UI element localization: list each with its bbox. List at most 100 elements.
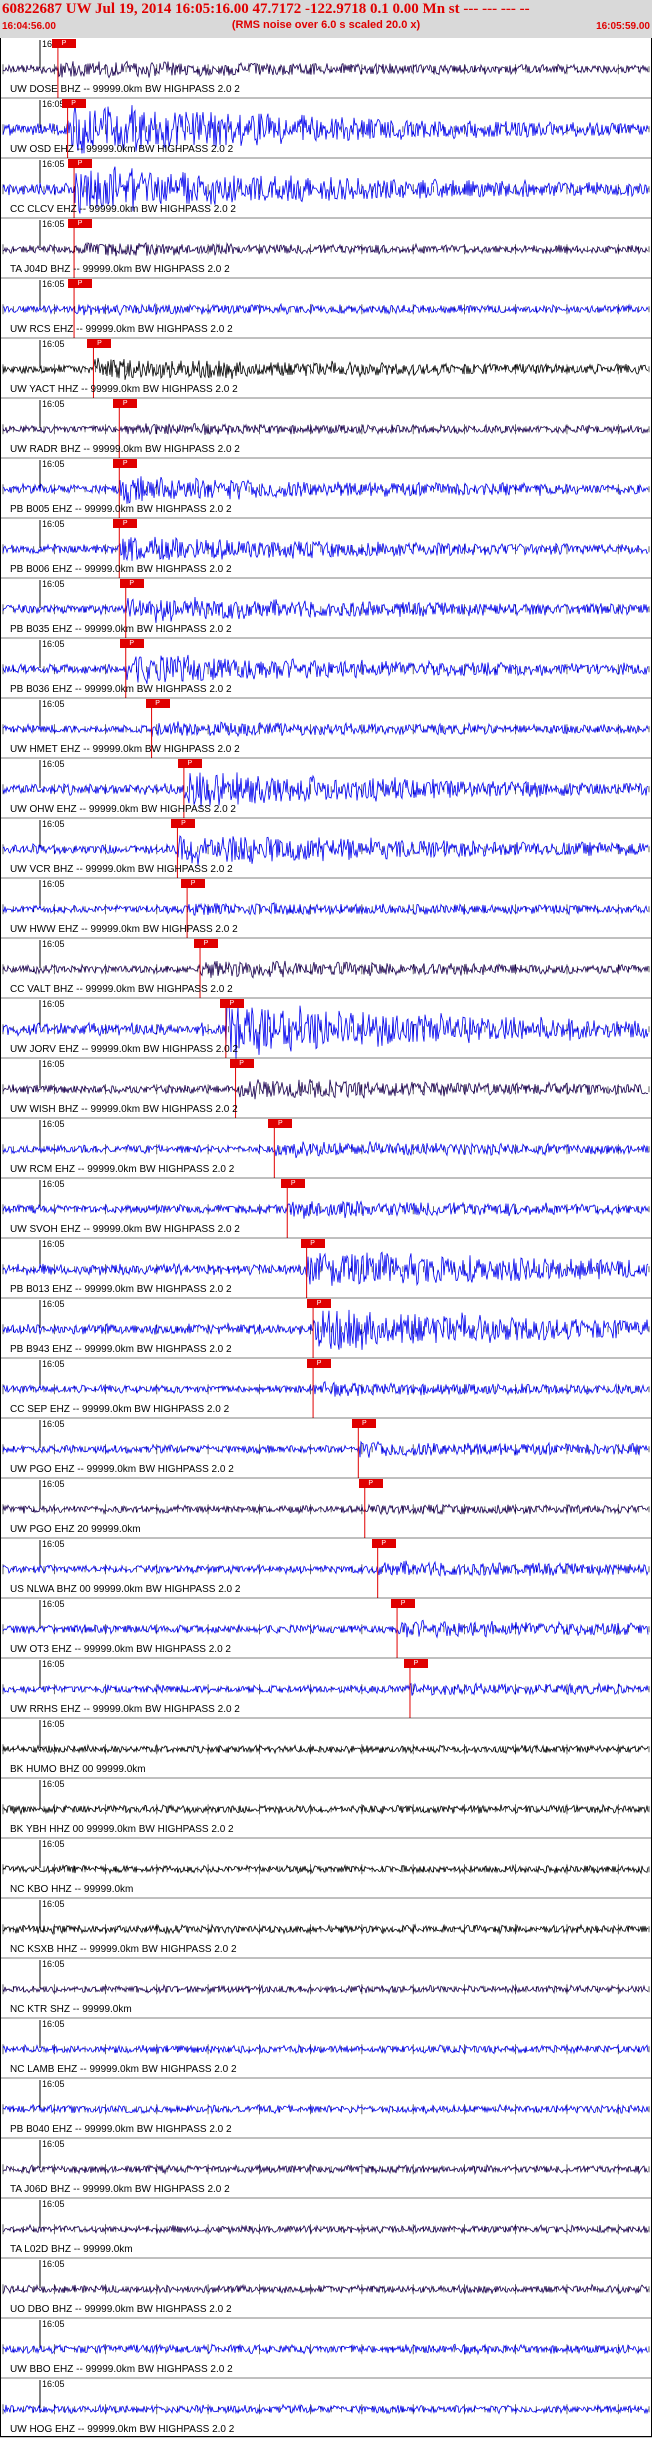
station-label: TA J06D BHZ -- 99999.0km BW HIGHPASS 2.0… (10, 2184, 230, 2195)
station-label: UW RADR BHZ -- 99999.0km BW HIGHPASS 2.0… (10, 444, 240, 455)
waveform-trace (2, 1803, 649, 1816)
phase-pick-marker: P (68, 219, 93, 228)
time-tick-label: 16:05 (42, 2259, 65, 2269)
station-label: PB B943 EHZ -- 99999.0km BW HIGHPASS 2.0… (10, 1344, 232, 1355)
phase-pick-marker: P (403, 1659, 428, 1668)
time-tick-label: 16:05 (42, 2199, 65, 2209)
seismogram-panel: 16:05 P UW DOSE BHZ -- 99999.0km BW HIGHPA… (0, 38, 652, 2438)
time-tick-label: 16:05 (42, 1719, 65, 1729)
waveform-trace (2, 835, 649, 866)
waveform-trace (2, 1251, 649, 1287)
phase-pick-marker: P (371, 1539, 396, 1548)
time-tick-label: 16:05 (42, 1839, 65, 1849)
station-label: TA J04D BHZ -- 99999.0km BW HIGHPASS 2.0… (10, 264, 230, 275)
station-label: UW RCM EHZ -- 99999.0km BW HIGHPASS 2.0 … (10, 1164, 235, 1175)
station-label: US NLWA BHZ 00 99999.0km BW HIGHPASS 2.0… (10, 1584, 241, 1595)
phase-pick-marker: P (51, 39, 76, 48)
waveform-trace (2, 2103, 649, 2115)
waveform-trace (2, 2343, 649, 2356)
waveform-trace (3, 241, 649, 257)
time-tick-label: 16:05 (42, 1479, 65, 1489)
station-label: UW HMET EHZ -- 99999.0km BW HIGHPASS 2.0… (10, 744, 240, 755)
station-label: NC KTR SHZ -- 99999.0km (10, 2004, 132, 2015)
phase-pick-marker: P (61, 99, 86, 108)
station-label: PB B013 EHZ -- 99999.0km BW HIGHPASS 2.0… (10, 1284, 232, 1295)
time-tick-label: 16:05 (42, 219, 65, 229)
time-tick-label: 16:05 (42, 1299, 65, 1309)
end-time: 16:05:59.00 (596, 21, 650, 32)
event-title: 60822687 UW Jul 19, 2014 16:05:16.00 47.… (2, 1, 530, 17)
time-tick-label: 16:05 (42, 1239, 65, 1249)
time-tick-label: 16:05 (42, 1419, 65, 1429)
phase-pick-marker: P (281, 1179, 306, 1188)
time-tick-label: 16:05 (42, 1539, 65, 1549)
waveform-trace (2, 1381, 649, 1397)
station-label: PB B035 EHZ -- 99999.0km BW HIGHPASS 2.0… (10, 624, 232, 635)
station-label: UW RRHS EHZ -- 99999.0km BW HIGHPASS 2.0… (10, 1704, 240, 1715)
waveform-trace (2, 1619, 649, 1639)
time-tick-label: 16:05 (42, 1779, 65, 1789)
station-label: PB B006 EHZ -- 99999.0km BW HIGHPASS 2.0… (10, 564, 232, 575)
waveform-trace (2, 960, 649, 979)
station-label: BK HUMO BHZ 00 99999.0km (10, 1764, 146, 1775)
time-tick-label: 16:05 (42, 939, 65, 949)
time-tick-label: 16:05 (42, 999, 65, 1009)
station-label: NC KSXB HHZ -- 99999.0km BW HIGHPASS 2.0… (10, 1944, 237, 1955)
time-tick-label: 16:05 (42, 2019, 65, 2029)
time-tick-label: 16:05 (42, 1119, 65, 1129)
phase-pick-marker: P (181, 879, 206, 888)
station-label: UW PGO EHZ 20 99999.0km (10, 1524, 141, 1535)
station-label: UW HWW EHZ -- 99999.0km BW HIGHPASS 2.0 … (10, 924, 238, 935)
waveform-trace (2, 1079, 649, 1100)
waveform-trace (2, 536, 649, 562)
station-label: CC SEP EHZ -- 99999.0km BW HIGHPASS 2.0 … (10, 1404, 230, 1415)
time-tick-label: 16:05 (42, 1359, 65, 1369)
waveform-trace (2, 1743, 649, 1755)
waveform-trace (2, 2164, 649, 2175)
phase-pick-marker: P (194, 939, 219, 948)
station-label: BK YBH HHZ 00 99999.0km BW HIGHPASS 2.0 … (10, 1824, 234, 1835)
phase-pick-marker: P (119, 639, 144, 648)
station-label: UW RCS EHZ -- 99999.0km BW HIGHPASS 2.0 … (10, 324, 233, 335)
waveform-trace (2, 1864, 649, 1875)
station-label: UW OT3 EHZ -- 99999.0km BW HIGHPASS 2.0 … (10, 1644, 231, 1655)
waveform-trace (2, 772, 649, 808)
time-tick-label: 16:05 (42, 399, 65, 409)
waveform-trace (2, 1983, 649, 1995)
time-tick-label: 16:05 (42, 879, 65, 889)
station-label: CC VALT BHZ -- 99999.0km BW HIGHPASS 2.0… (10, 984, 233, 995)
waveform-trace (2, 1503, 649, 1516)
waveform-trace (2, 901, 649, 916)
station-label: UW VCR BHZ -- 99999.0km BW HIGHPASS 2.0 … (10, 864, 233, 875)
phase-pick-marker: P (352, 1419, 377, 1428)
waveform-trace (2, 1560, 649, 1577)
waveform-trace (2, 1682, 649, 1696)
waveform-trace (2, 2283, 649, 2295)
phase-pick-marker: P (229, 1059, 254, 1068)
phase-pick-marker: P (171, 819, 196, 828)
station-label: UW WISH BHZ -- 99999.0km BW HIGHPASS 2.0… (10, 1104, 238, 1115)
time-tick-label: 16:05 (42, 1059, 65, 1069)
waveform-trace (2, 596, 649, 623)
phase-pick-marker: P (113, 399, 138, 408)
time-tick-label: 16:05 (42, 339, 65, 349)
station-label: UW DOSE BHZ -- 99999.0km BW HIGHPASS 2.0… (10, 84, 240, 95)
station-label: PB B040 EHZ -- 99999.0km BW HIGHPASS 2.0… (10, 2124, 232, 2135)
time-tick-label: 16:05 (42, 2319, 65, 2329)
phase-pick-marker: P (177, 759, 202, 768)
station-label: NC KBO HHZ -- 99999.0km (10, 1884, 134, 1895)
time-tick-label: 16:05 (42, 699, 65, 709)
station-label: UW OHW EHZ -- 99999.0km BW HIGHPASS 2.0 … (10, 804, 236, 815)
station-label: UW SVOH EHZ -- 99999.0km BW HIGHPASS 2.0… (10, 1224, 240, 1235)
waveform-trace (2, 1141, 649, 1159)
phase-pick-marker: P (300, 1239, 325, 1248)
station-label: UW BBO EHZ -- 99999.0km BW HIGHPASS 2.0 … (10, 2364, 233, 2375)
time-tick-label: 16:05 (42, 1599, 65, 1609)
phase-pick-marker: P (358, 1479, 383, 1488)
waveform-trace (2, 1200, 649, 1219)
time-tick-label: 16:05 (42, 2379, 65, 2389)
waveform-trace (2, 357, 649, 380)
plot-header: 60822687 UW Jul 19, 2014 16:05:16.00 47.… (0, 0, 652, 38)
phase-pick-marker: P (68, 159, 93, 168)
time-tick-label: 16:05 (42, 279, 65, 289)
